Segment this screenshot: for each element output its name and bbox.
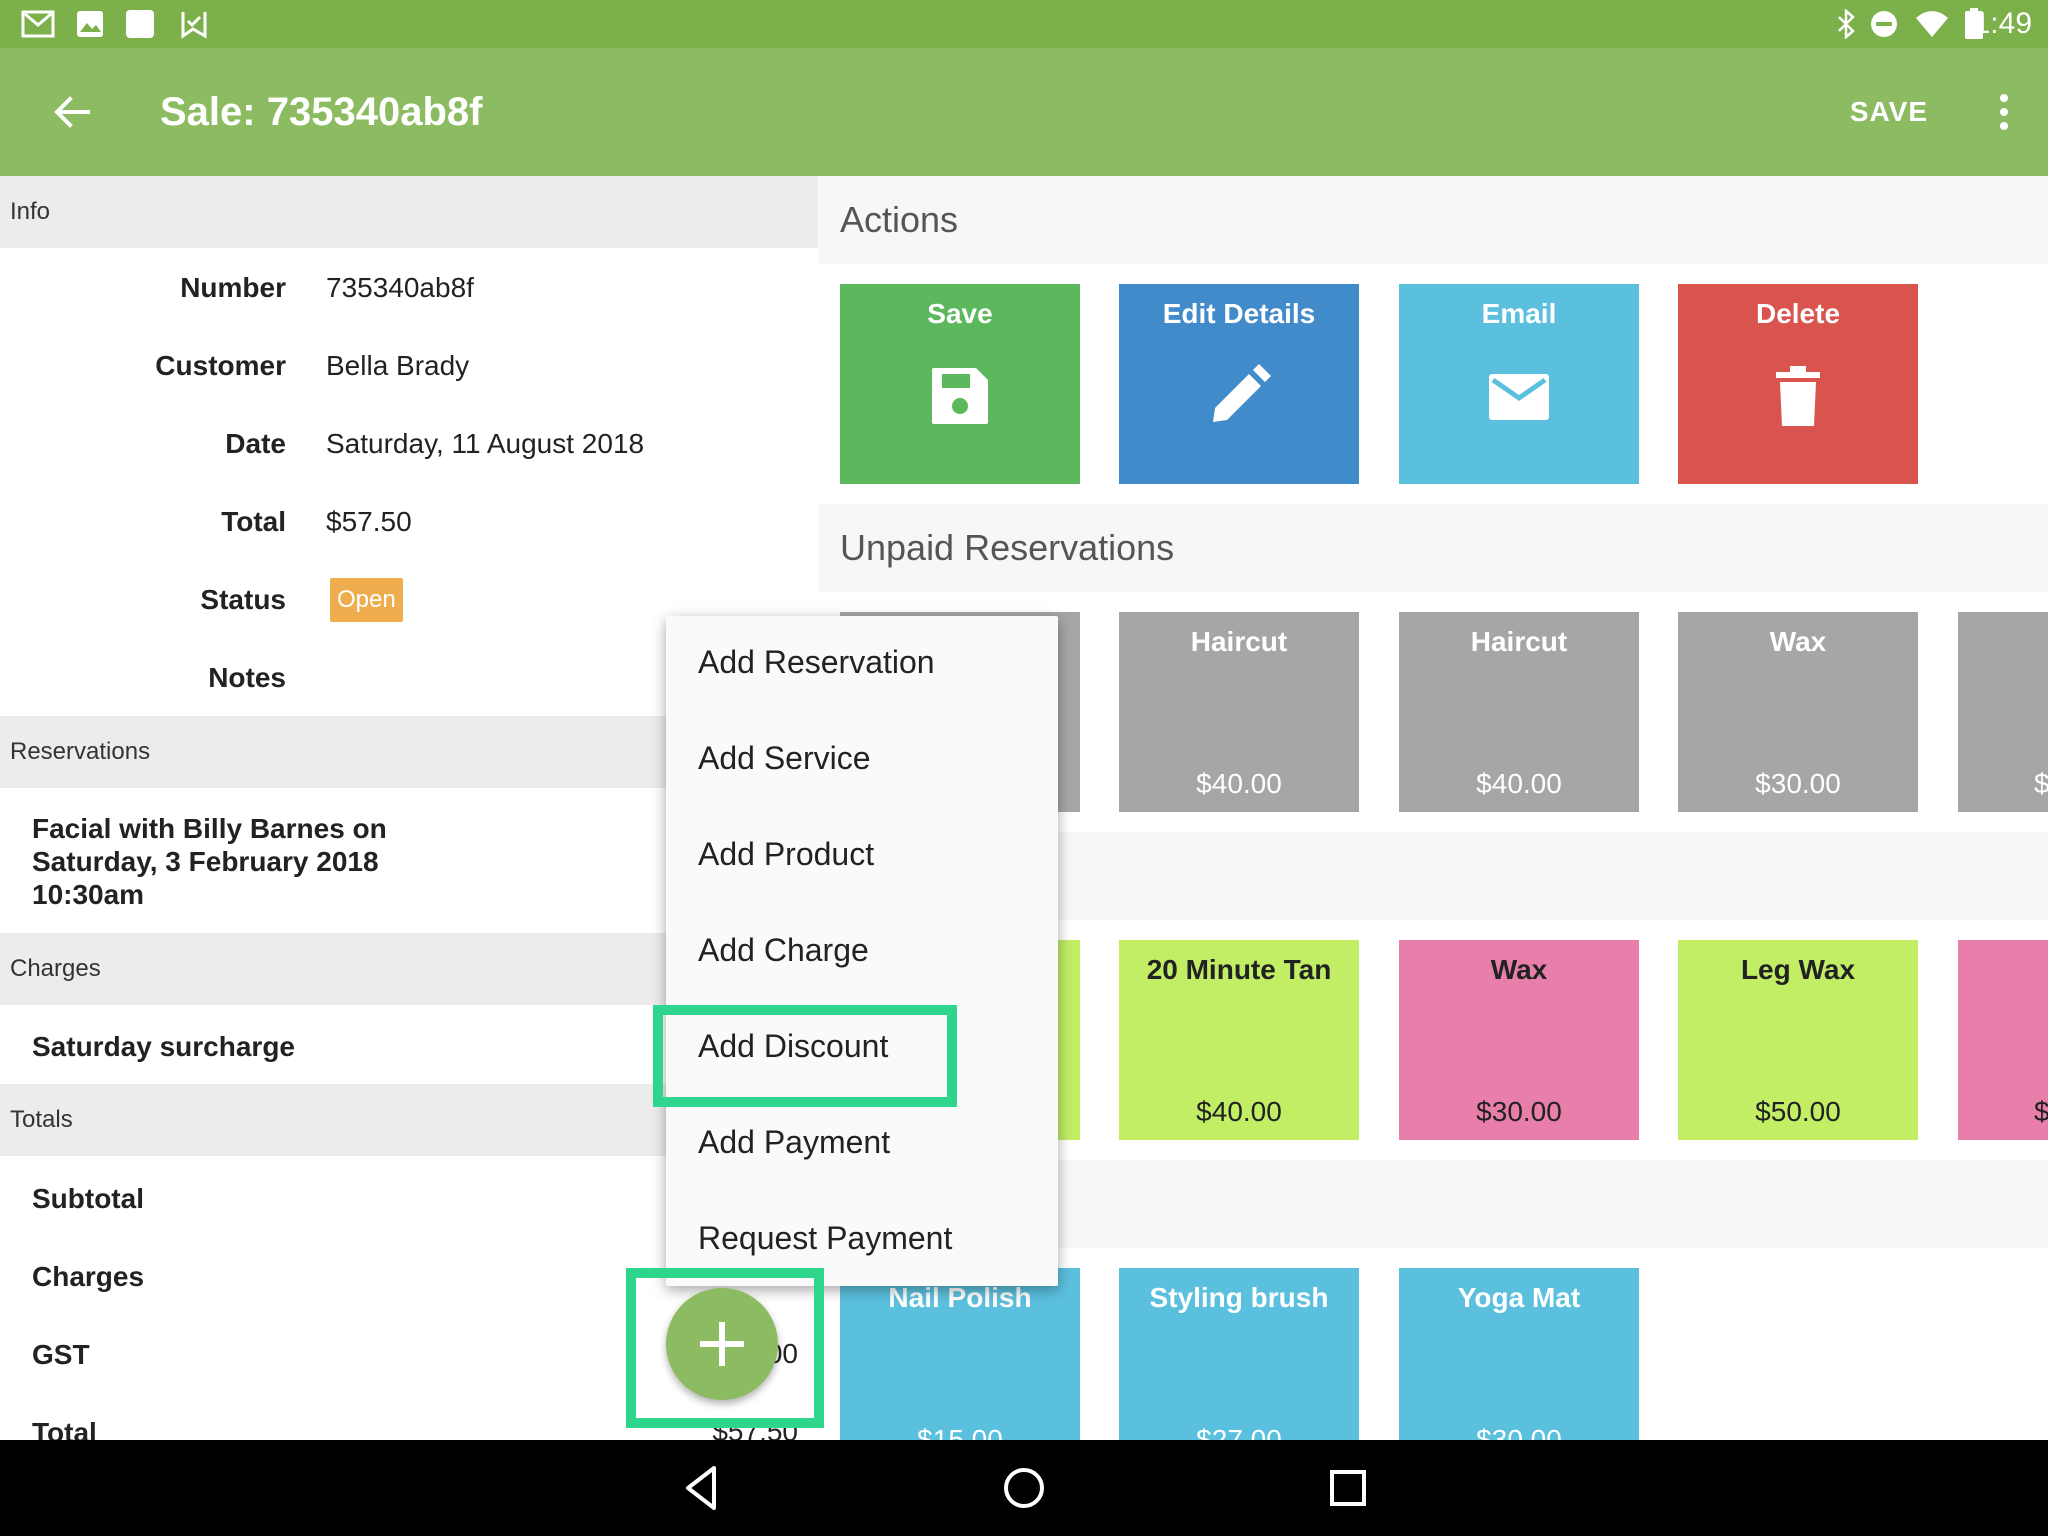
- actions-section-header: Actions: [818, 176, 2048, 264]
- tile-price: $40.00: [1196, 1096, 1282, 1127]
- grand-total-label: Total: [32, 1417, 97, 1440]
- bluetooth-icon: [1834, 0, 1858, 48]
- fab-highlight: [626, 1268, 824, 1428]
- menu-item-add-charge[interactable]: Add Charge: [698, 932, 869, 969]
- number-label: Number: [180, 272, 286, 303]
- wifi-icon: [1914, 0, 1950, 48]
- system-nav-bar: [0, 1440, 2048, 1536]
- save-action-button[interactable]: SAVE: [1850, 48, 1928, 176]
- notes-icon: [124, 0, 156, 48]
- tile-price: $: [2034, 1096, 2048, 1127]
- notes-label: Notes: [208, 662, 286, 693]
- total-label: Total: [221, 506, 286, 537]
- tile-name: Haircut: [1190, 626, 1288, 657]
- tile-price: $27.00: [1196, 1424, 1282, 1440]
- tile-name: Yoga Mat: [1457, 1282, 1581, 1313]
- service-tile[interactable]: Leg Wax $50.00: [1678, 940, 1918, 1140]
- trash-icon: [1766, 364, 1830, 428]
- do-not-disturb-icon: [1868, 0, 1900, 48]
- photos-icon: [74, 0, 106, 48]
- reservation-line-1: Facial with Billy Barnes on: [32, 813, 387, 844]
- tile-name: Wax: [1769, 626, 1827, 657]
- charges-total-label: Charges: [32, 1261, 145, 1292]
- menu-item-add-product[interactable]: Add Product: [698, 836, 874, 873]
- tile-price: $: [2034, 768, 2048, 799]
- nav-back-icon[interactable]: [674, 1460, 730, 1516]
- total-value: $57.50: [326, 506, 412, 537]
- product-tile[interactable]: Yoga Mat $30.00: [1399, 1268, 1639, 1440]
- subtotal-label: Subtotal: [32, 1183, 144, 1214]
- reservation-tile[interactable]: Haircut $40.00: [1399, 612, 1639, 812]
- tile-price: $30.00: [1476, 1096, 1562, 1127]
- date-label: Date: [225, 428, 286, 459]
- product-tile[interactable]: Styling brush $27.00: [1119, 1268, 1359, 1440]
- charge-item[interactable]: Saturday surcharge: [32, 1030, 295, 1063]
- reservation-line-2: Saturday, 3 February 2018: [32, 846, 379, 877]
- tile-price: $40.00: [1196, 768, 1282, 799]
- floppy-disk-icon: [928, 364, 992, 428]
- customer-value: Bella Brady: [326, 350, 470, 381]
- menu-item-add-payment[interactable]: Add Payment: [698, 1124, 890, 1161]
- add-discount-highlight: [653, 1005, 957, 1107]
- app-bar: Sale: 735340ab8f SAVE: [0, 48, 2048, 176]
- reservation-line-3: 10:30am: [32, 879, 145, 910]
- gmail-icon: [20, 0, 56, 48]
- tile-price: $15.00: [917, 1424, 1003, 1440]
- delete-tile-button[interactable]: Delete: [1678, 284, 1918, 484]
- customer-label: Customer: [155, 350, 286, 381]
- reservation-tile[interactable]: $: [1958, 612, 2048, 812]
- tile-price: $50.00: [1755, 1096, 1841, 1127]
- save-tile-label: Save: [927, 298, 993, 329]
- reservation-tile[interactable]: Wax $30.00: [1678, 612, 1918, 812]
- pencil-icon: [1207, 364, 1271, 428]
- save-tile-button[interactable]: Save: [840, 284, 1080, 484]
- tile-name: 20 Minute Tan: [1146, 954, 1332, 985]
- status-bar: 1:49: [0, 0, 2048, 48]
- reservation-tile[interactable]: Haircut $40.00: [1119, 612, 1359, 812]
- info-section-header: Info: [0, 176, 818, 248]
- tile-price: $30.00: [1476, 1424, 1562, 1440]
- tile-name: Nail Polish: [888, 1282, 1032, 1313]
- menu-item-request-payment[interactable]: Request Payment: [698, 1220, 952, 1257]
- service-tile[interactable]: Wax $30.00: [1399, 940, 1639, 1140]
- tile-name: Leg Wax: [1740, 954, 1856, 985]
- nav-recents-icon[interactable]: [1320, 1460, 1376, 1516]
- edit-details-tile-label: Edit Details: [1162, 298, 1316, 329]
- delete-tile-label: Delete: [1755, 298, 1841, 329]
- service-tile[interactable]: 20 Minute Tan $40.00: [1119, 940, 1359, 1140]
- tile-name: Haircut: [1470, 626, 1568, 657]
- tile-name: Styling brush: [1149, 1282, 1329, 1313]
- more-options-icon[interactable]: [1988, 88, 2020, 136]
- email-tile-button[interactable]: Email: [1399, 284, 1639, 484]
- nav-home-icon[interactable]: [996, 1460, 1052, 1516]
- menu-item-add-service[interactable]: Add Service: [698, 740, 871, 777]
- back-arrow-icon[interactable]: [48, 88, 96, 136]
- gst-label: GST: [32, 1339, 90, 1370]
- envelope-icon: [1487, 364, 1551, 428]
- product-tile[interactable]: Nail Polish $15.00: [840, 1268, 1080, 1440]
- status-badge: Open: [330, 578, 403, 622]
- service-tile[interactable]: $: [1958, 940, 2048, 1140]
- add-item-menu: Add Reservation Add Service Add Product …: [666, 616, 1058, 1286]
- number-value: 735340ab8f: [326, 272, 474, 303]
- unpaid-reservations-header: Unpaid Reservations: [818, 504, 2048, 592]
- menu-item-add-reservation[interactable]: Add Reservation: [698, 644, 935, 681]
- tile-price: $30.00: [1755, 768, 1841, 799]
- tile-name: Wax: [1490, 954, 1548, 985]
- email-tile-label: Email: [1481, 298, 1557, 329]
- tile-price: $40.00: [1476, 768, 1562, 799]
- date-value: Saturday, 11 August 2018: [326, 428, 645, 459]
- page-title: Sale: 735340ab8f: [160, 90, 483, 134]
- status-label: Status: [200, 584, 286, 615]
- actions-row: Save Edit Details Email Delete: [818, 264, 2048, 504]
- check-app-icon: [178, 0, 210, 48]
- clock: 1:49: [1973, 7, 2032, 40]
- edit-details-tile-button[interactable]: Edit Details: [1119, 284, 1359, 484]
